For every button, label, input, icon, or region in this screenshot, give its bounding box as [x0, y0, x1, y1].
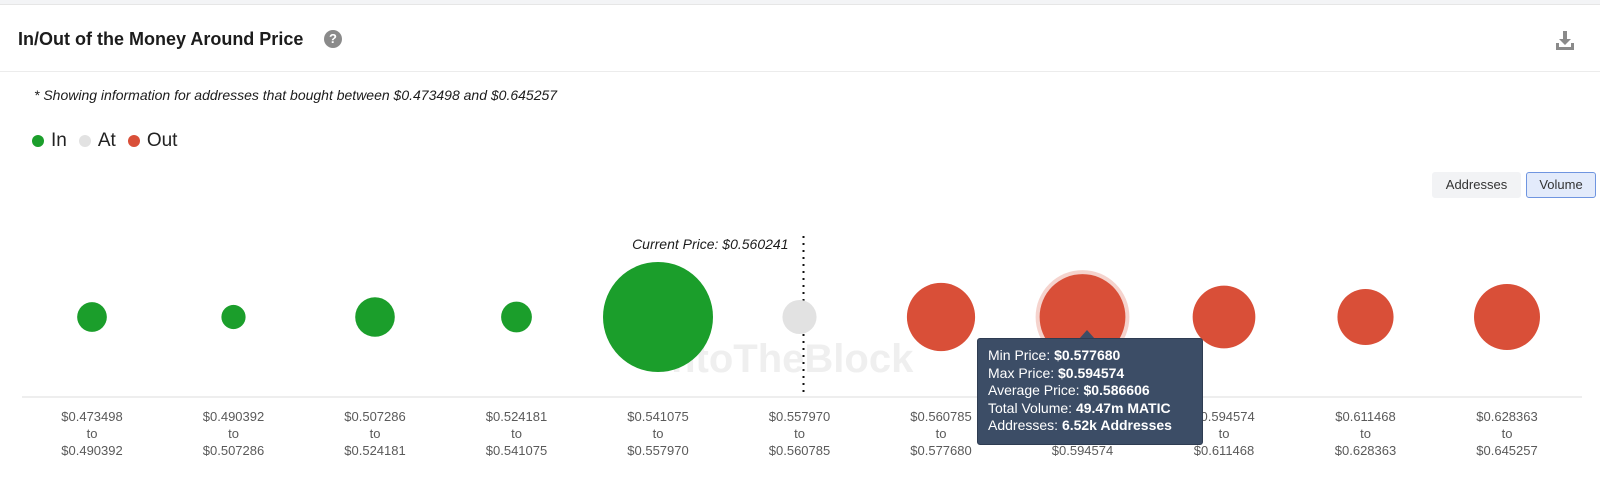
tooltip-volume-label: Total Volume: [988, 399, 1073, 416]
tick-label-to-1: $0.507286 [203, 443, 264, 458]
tick-label-to-4: $0.557970 [627, 443, 688, 458]
bubble-in-0[interactable] [77, 302, 107, 332]
bubble-chart: IntoTheBlockCurrent Price: $0.560241$0.4… [22, 236, 1582, 458]
tick-label-from-0: $0.473498 [61, 409, 122, 424]
bubble-in-1[interactable] [221, 304, 246, 330]
tick-label-sep-6: to [936, 426, 947, 441]
bubble-in-2[interactable] [355, 297, 395, 337]
tick-label-sep-4: to [653, 426, 664, 441]
tick-label-sep-3: to [511, 426, 522, 441]
tick-label-to-7: $0.594574 [1052, 443, 1113, 458]
tooltip-min-value: $0.577680 [1054, 347, 1121, 363]
current-price-label: Current Price: $0.560241 [632, 236, 788, 252]
bubble-out-6[interactable] [906, 282, 976, 352]
bubble-in-3[interactable] [501, 301, 532, 333]
tick-label-to-8: $0.611468 [1194, 443, 1255, 458]
tooltip-max-label: Max Price: [988, 364, 1055, 381]
tick-label-from-1: $0.490392 [203, 409, 264, 424]
tooltip-min-label: Min Price: [988, 347, 1051, 363]
tick-label-from-9: $0.611468 [1335, 409, 1396, 424]
tooltip-volume-value: 49.47m MATIC [1075, 399, 1171, 416]
tick-label-from-4: $0.541075 [627, 409, 688, 424]
tick-label-to-9: $0.628363 [1335, 443, 1396, 458]
tick-label-to-3: $0.541075 [486, 443, 547, 458]
tick-label-sep-10: to [1502, 426, 1513, 441]
tooltip-max-value: $0.594574 [1058, 364, 1125, 381]
bubble-in-4[interactable] [603, 262, 713, 372]
tick-label-sep-8: to [1219, 426, 1230, 441]
bubble-at-5[interactable] [782, 299, 817, 335]
tick-label-to-10: $0.645257 [1476, 443, 1537, 458]
tick-label-sep-1: to [228, 426, 239, 441]
tick-label-sep-5: to [794, 426, 805, 441]
tick-label-sep-9: to [1360, 426, 1371, 441]
bubble-tooltip: Min Price: $0.577680 Max Price: $0.59457… [977, 338, 1203, 445]
tooltip-addresses-label: Addresses: [988, 417, 1059, 433]
tick-label-from-3: $0.524181 [486, 409, 547, 424]
tick-label-to-0: $0.490392 [61, 443, 122, 458]
tick-label-to-5: $0.560785 [769, 443, 830, 458]
tick-label-to-6: $0.577680 [910, 443, 971, 458]
bubble-out-10[interactable] [1474, 284, 1540, 350]
tick-label-sep-0: to [87, 426, 98, 441]
tick-label-from-5: $0.557970 [769, 409, 830, 424]
tick-label-to-2: $0.524181 [344, 443, 405, 458]
tick-label-from-2: $0.507286 [344, 409, 405, 424]
tick-label-from-6: $0.560785 [910, 409, 971, 424]
tick-label-sep-2: to [370, 426, 381, 441]
tooltip-avg-label: Average Price: [988, 382, 1080, 398]
tick-label-from-10: $0.628363 [1476, 409, 1537, 424]
tooltip-avg-value: $0.586606 [1083, 382, 1150, 398]
bubble-out-9[interactable] [1337, 288, 1394, 346]
tooltip-addresses-value: 6.52k Addresses [1061, 417, 1172, 433]
